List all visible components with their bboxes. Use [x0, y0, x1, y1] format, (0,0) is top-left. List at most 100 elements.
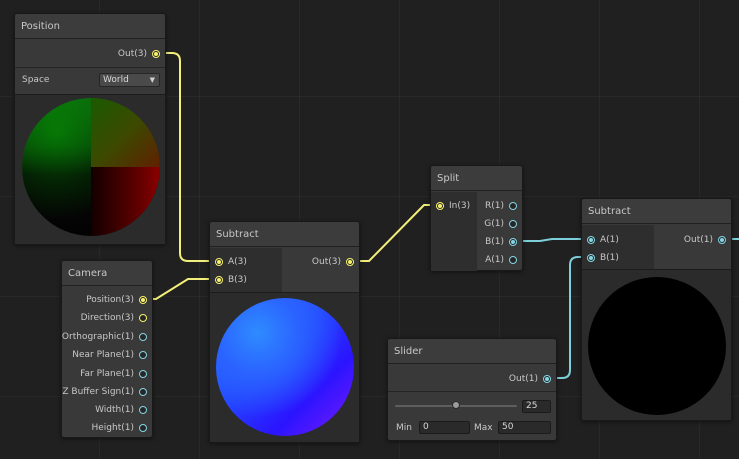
preview-area [210, 292, 359, 442]
wire-split-b-to-subtract-a[interactable] [513, 238, 590, 242]
slider-thumb[interactable] [452, 401, 460, 409]
output-port-icon[interactable] [139, 351, 147, 359]
output-port-row[interactable]: R(1) [485, 197, 522, 215]
output-port-row[interactable]: Position(3) [86, 291, 152, 309]
position-node[interactable]: Position Out(3) Space World ▼ [14, 13, 166, 245]
max-value: 50 [502, 422, 514, 432]
output-port-row[interactable]: Out(1) [509, 370, 556, 388]
output-port-icon[interactable] [139, 406, 147, 414]
slider-value-field[interactable]: 25 [522, 400, 551, 413]
output-port-row[interactable]: Near Plane(1) [72, 346, 152, 364]
space-dropdown[interactable]: World ▼ [99, 73, 160, 87]
output-port-row[interactable]: A(1) [485, 251, 522, 269]
output-port-row[interactable]: G(1) [484, 215, 522, 233]
max-label: Max [474, 423, 493, 433]
port-label: Position(3) [86, 295, 134, 305]
node-title[interactable]: Position [15, 14, 165, 39]
output-port-row[interactable]: B(1) [485, 233, 522, 251]
output-port-icon[interactable] [139, 370, 147, 378]
output-port-icon[interactable] [509, 202, 517, 210]
node-title[interactable]: Subtract [582, 199, 731, 224]
node-title[interactable]: Camera [62, 261, 152, 286]
node-title[interactable]: Slider [388, 339, 556, 364]
output-port-row[interactable]: Out(3) [118, 45, 165, 63]
port-label: B(1) [485, 237, 504, 247]
output-port-row[interactable]: Orthographic(1) [62, 328, 152, 346]
slider-node[interactable]: Slider Out(1) 25 Min 0 Max 50 [387, 338, 557, 441]
split-node[interactable]: Split In(3) R(1) G(1) B(1) A(1) [430, 165, 523, 271]
preview-area [15, 94, 165, 244]
port-label: A(1) [485, 255, 504, 265]
subtract-node[interactable]: Subtract A(1) B(1) Out(1) [581, 198, 732, 421]
output-port-icon[interactable] [509, 238, 517, 246]
input-port-row[interactable]: In(3) [431, 197, 470, 215]
output-port-row[interactable]: Direction(3) [81, 309, 152, 327]
output-port-icon[interactable] [718, 236, 726, 244]
output-port-row[interactable]: Width(1) [95, 401, 152, 419]
output-port-row[interactable]: Out(3) [312, 253, 359, 271]
wire-subtract-out-to-split-in[interactable] [351, 204, 439, 262]
input-port-icon[interactable] [436, 202, 444, 210]
port-label: A(1) [600, 235, 619, 245]
preview-sphere-red-quadrant [91, 167, 160, 236]
port-label: G(1) [484, 219, 504, 229]
port-label: Direction(3) [80, 313, 134, 323]
preview-sphere-yellow-quadrant [91, 98, 160, 167]
port-label: Width(1) [95, 405, 134, 415]
input-port-row[interactable]: A(1) [582, 231, 619, 249]
node-title[interactable]: Split [431, 166, 522, 191]
subtract-node[interactable]: Subtract A(3) B(3) Out(3) [209, 221, 360, 443]
wire-camera-position-to-subtract-b[interactable] [144, 278, 217, 300]
input-port-icon[interactable] [215, 258, 223, 266]
output-port-icon[interactable] [152, 50, 160, 58]
output-port-icon[interactable] [139, 388, 147, 396]
preview-sphere [22, 98, 160, 236]
output-port-row[interactable]: Z Buffer Sign(1) [62, 383, 152, 401]
dropdown-arrow-icon: ▼ [149, 76, 155, 84]
preview-sphere [588, 277, 726, 415]
port-label: Far Plane(1) [80, 369, 134, 379]
port-label: Z Buffer Sign(1) [62, 387, 134, 397]
max-field[interactable]: 50 [498, 421, 551, 434]
port-label: B(3) [228, 275, 247, 285]
wire-position-out-to-subtract-a[interactable] [157, 52, 217, 262]
input-port-row[interactable]: B(3) [210, 271, 247, 289]
min-label: Min [396, 423, 412, 433]
input-port-icon[interactable] [587, 236, 595, 244]
port-label: R(1) [484, 201, 504, 211]
input-port-icon[interactable] [215, 276, 223, 284]
output-port-row[interactable]: Out(1) [684, 231, 731, 249]
output-port-icon[interactable] [509, 220, 517, 228]
port-label: Orthographic(1) [61, 332, 134, 342]
space-label: Space [22, 75, 50, 85]
output-port-icon[interactable] [139, 296, 147, 304]
output-port-row[interactable]: Height(1) [92, 419, 153, 437]
output-port-icon[interactable] [139, 314, 147, 322]
preview-area [582, 269, 731, 420]
output-port-icon[interactable] [543, 375, 551, 383]
min-value: 0 [423, 422, 429, 432]
input-port-row[interactable]: A(3) [210, 253, 247, 271]
node-title[interactable]: Subtract [210, 222, 359, 247]
min-field[interactable]: 0 [419, 421, 470, 434]
camera-node[interactable]: Camera Position(3) Direction(3) Orthogra… [61, 260, 153, 438]
input-port-row[interactable]: B(1) [582, 249, 619, 267]
port-label: In(3) [449, 201, 471, 211]
divider [388, 391, 556, 392]
port-label: Out(3) [117, 49, 147, 59]
output-port-row[interactable]: Far Plane(1) [80, 365, 152, 383]
output-port-icon[interactable] [139, 333, 147, 341]
port-label: Out(1) [683, 235, 713, 245]
output-port-icon[interactable] [509, 256, 517, 264]
port-label: Out(3) [311, 257, 341, 267]
port-label: Out(1) [508, 374, 538, 384]
preview-sphere [216, 298, 354, 436]
space-value: World [103, 75, 129, 85]
input-port-icon[interactable] [587, 254, 595, 262]
port-label: B(1) [600, 253, 619, 263]
output-port-icon[interactable] [139, 424, 147, 432]
port-label: A(3) [228, 257, 247, 267]
output-port-icon[interactable] [346, 258, 354, 266]
slider-value: 25 [526, 401, 538, 411]
divider [15, 67, 165, 68]
